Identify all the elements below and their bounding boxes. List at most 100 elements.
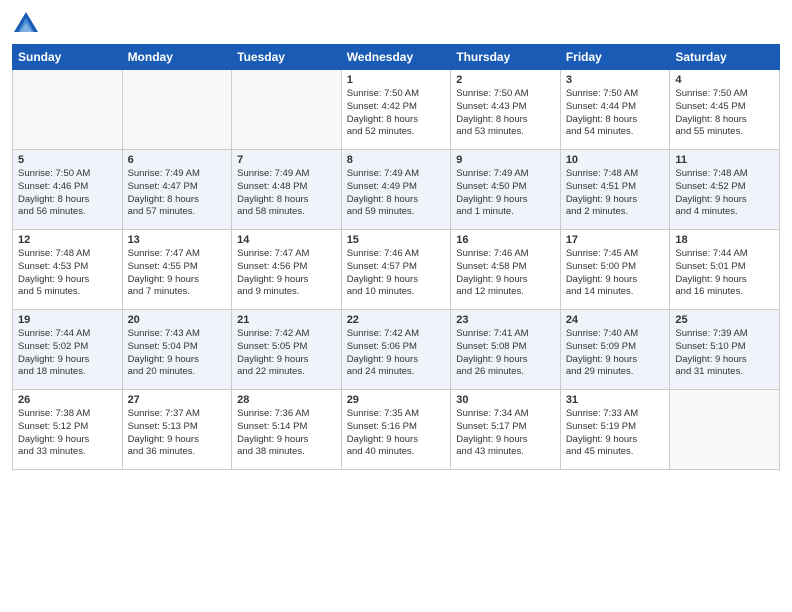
- day-info: Sunrise: 7:46 AM Sunset: 4:57 PM Dayligh…: [347, 248, 446, 299]
- day-info: Sunrise: 7:41 AM Sunset: 5:08 PM Dayligh…: [456, 328, 555, 379]
- week-row-3: 12 Sunrise: 7:48 AM Sunset: 4:53 PM Dayli…: [13, 230, 780, 310]
- day-info: Sunrise: 7:46 AM Sunset: 4:58 PM Dayligh…: [456, 248, 555, 299]
- day-number: 23: [456, 314, 555, 326]
- day-info: Sunrise: 7:42 AM Sunset: 5:06 PM Dayligh…: [347, 328, 446, 379]
- calendar-cell: 9 Sunrise: 7:49 AM Sunset: 4:50 PM Daylig…: [451, 150, 561, 230]
- logo-icon: [12, 10, 40, 38]
- day-info: Sunrise: 7:50 AM Sunset: 4:42 PM Dayligh…: [347, 88, 446, 139]
- calendar-cell: 28 Sunrise: 7:36 AM Sunset: 5:14 PM Dayli…: [232, 390, 342, 470]
- calendar-cell: 14Sunrise: 7:47 AM Sunset: 4:56 PM Dayli…: [232, 230, 342, 310]
- calendar-cell: 21Sunrise: 7:42 AM Sunset: 5:05 PM Dayli…: [232, 310, 342, 390]
- day-info: Sunrise: 7:33 AM Sunset: 5:19 PM Dayligh…: [566, 408, 665, 459]
- day-info: Sunrise: 7:43 AM Sunset: 5:04 PM Dayligh…: [128, 328, 227, 379]
- calendar-cell: 23 Sunrise: 7:41 AM Sunset: 5:08 PM Dayli…: [451, 310, 561, 390]
- day-info: Sunrise: 7:50 AM Sunset: 4:45 PM Dayligh…: [675, 88, 774, 139]
- day-number: 12: [18, 234, 117, 246]
- day-number: 31: [566, 394, 665, 406]
- calendar-cell: [13, 70, 123, 150]
- week-row-2: 5Sunrise: 7:50 AM Sunset: 4:46 PM Daylig…: [13, 150, 780, 230]
- calendar-cell: 15 Sunrise: 7:46 AM Sunset: 4:57 PM Dayli…: [341, 230, 451, 310]
- day-number: 25: [675, 314, 774, 326]
- calendar-cell: 25 Sunrise: 7:39 AM Sunset: 5:10 PM Dayli…: [670, 310, 780, 390]
- day-number: 18: [675, 234, 774, 246]
- day-number: 17: [566, 234, 665, 246]
- day-number: 22: [347, 314, 446, 326]
- calendar-cell: 26Sunrise: 7:38 AM Sunset: 5:12 PM Dayli…: [13, 390, 123, 470]
- calendar-cell: 12 Sunrise: 7:48 AM Sunset: 4:53 PM Dayli…: [13, 230, 123, 310]
- day-info: Sunrise: 7:49 AM Sunset: 4:50 PM Dayligh…: [456, 168, 555, 219]
- day-info: Sunrise: 7:50 AM Sunset: 4:46 PM Dayligh…: [18, 168, 117, 219]
- day-number: 9: [456, 154, 555, 166]
- calendar-cell: 27 Sunrise: 7:37 AM Sunset: 5:13 PM Dayli…: [122, 390, 232, 470]
- day-number: 6: [128, 154, 227, 166]
- calendar-cell: 6 Sunrise: 7:49 AM Sunset: 4:47 PM Daylig…: [122, 150, 232, 230]
- day-info: Sunrise: 7:40 AM Sunset: 5:09 PM Dayligh…: [566, 328, 665, 379]
- calendar-cell: 16Sunrise: 7:46 AM Sunset: 4:58 PM Dayli…: [451, 230, 561, 310]
- calendar-cell: 29Sunrise: 7:35 AM Sunset: 5:16 PM Dayli…: [341, 390, 451, 470]
- day-info: Sunrise: 7:44 AM Sunset: 5:02 PM Dayligh…: [18, 328, 117, 379]
- day-info: Sunrise: 7:49 AM Sunset: 4:47 PM Dayligh…: [128, 168, 227, 219]
- week-row-5: 26Sunrise: 7:38 AM Sunset: 5:12 PM Dayli…: [13, 390, 780, 470]
- day-number: 13: [128, 234, 227, 246]
- day-number: 4: [675, 74, 774, 86]
- day-number: 19: [18, 314, 117, 326]
- day-header-wednesday: Wednesday: [341, 45, 451, 70]
- day-header-tuesday: Tuesday: [232, 45, 342, 70]
- calendar-cell: 31 Sunrise: 7:33 AM Sunset: 5:19 PM Dayli…: [560, 390, 670, 470]
- day-info: Sunrise: 7:49 AM Sunset: 4:48 PM Dayligh…: [237, 168, 336, 219]
- day-number: 7: [237, 154, 336, 166]
- header: [12, 10, 780, 38]
- calendar-cell: [670, 390, 780, 470]
- calendar-cell: 4 Sunrise: 7:50 AM Sunset: 4:45 PM Daylig…: [670, 70, 780, 150]
- calendar-cell: 8 Sunrise: 7:49 AM Sunset: 4:49 PM Daylig…: [341, 150, 451, 230]
- day-info: Sunrise: 7:49 AM Sunset: 4:49 PM Dayligh…: [347, 168, 446, 219]
- day-info: Sunrise: 7:45 AM Sunset: 5:00 PM Dayligh…: [566, 248, 665, 299]
- logo: [12, 10, 44, 38]
- calendar-cell: 3Sunrise: 7:50 AM Sunset: 4:44 PM Daylig…: [560, 70, 670, 150]
- day-number: 20: [128, 314, 227, 326]
- day-info: Sunrise: 7:47 AM Sunset: 4:55 PM Dayligh…: [128, 248, 227, 299]
- day-info: Sunrise: 7:37 AM Sunset: 5:13 PM Dayligh…: [128, 408, 227, 459]
- calendar-cell: 11 Sunrise: 7:48 AM Sunset: 4:52 PM Dayli…: [670, 150, 780, 230]
- day-number: 27: [128, 394, 227, 406]
- calendar-cell: 7 Sunrise: 7:49 AM Sunset: 4:48 PM Daylig…: [232, 150, 342, 230]
- day-header-friday: Friday: [560, 45, 670, 70]
- day-number: 21: [237, 314, 336, 326]
- day-info: Sunrise: 7:44 AM Sunset: 5:01 PM Dayligh…: [675, 248, 774, 299]
- week-row-1: 1Sunrise: 7:50 AM Sunset: 4:42 PM Daylig…: [13, 70, 780, 150]
- day-info: Sunrise: 7:50 AM Sunset: 4:43 PM Dayligh…: [456, 88, 555, 139]
- day-header-monday: Monday: [122, 45, 232, 70]
- calendar-cell: 20 Sunrise: 7:43 AM Sunset: 5:04 PM Dayli…: [122, 310, 232, 390]
- calendar-cell: 24 Sunrise: 7:40 AM Sunset: 5:09 PM Dayli…: [560, 310, 670, 390]
- day-header-saturday: Saturday: [670, 45, 780, 70]
- day-info: Sunrise: 7:48 AM Sunset: 4:53 PM Dayligh…: [18, 248, 117, 299]
- day-number: 30: [456, 394, 555, 406]
- day-info: Sunrise: 7:39 AM Sunset: 5:10 PM Dayligh…: [675, 328, 774, 379]
- day-number: 10: [566, 154, 665, 166]
- header-row: SundayMondayTuesdayWednesdayThursdayFrid…: [13, 45, 780, 70]
- day-info: Sunrise: 7:36 AM Sunset: 5:14 PM Dayligh…: [237, 408, 336, 459]
- week-row-4: 19 Sunrise: 7:44 AM Sunset: 5:02 PM Dayli…: [13, 310, 780, 390]
- day-header-sunday: Sunday: [13, 45, 123, 70]
- day-number: 28: [237, 394, 336, 406]
- day-info: Sunrise: 7:48 AM Sunset: 4:52 PM Dayligh…: [675, 168, 774, 219]
- calendar-cell: 2 Sunrise: 7:50 AM Sunset: 4:43 PM Daylig…: [451, 70, 561, 150]
- day-info: Sunrise: 7:34 AM Sunset: 5:17 PM Dayligh…: [456, 408, 555, 459]
- day-header-thursday: Thursday: [451, 45, 561, 70]
- calendar-cell: 5Sunrise: 7:50 AM Sunset: 4:46 PM Daylig…: [13, 150, 123, 230]
- day-number: 15: [347, 234, 446, 246]
- day-number: 11: [675, 154, 774, 166]
- day-number: 24: [566, 314, 665, 326]
- day-number: 3: [566, 74, 665, 86]
- calendar-cell: 17 Sunrise: 7:45 AM Sunset: 5:00 PM Dayli…: [560, 230, 670, 310]
- day-info: Sunrise: 7:47 AM Sunset: 4:56 PM Dayligh…: [237, 248, 336, 299]
- day-number: 29: [347, 394, 446, 406]
- calendar-table: SundayMondayTuesdayWednesdayThursdayFrid…: [12, 44, 780, 470]
- day-number: 2: [456, 74, 555, 86]
- calendar-cell: [232, 70, 342, 150]
- page-container: SundayMondayTuesdayWednesdayThursdayFrid…: [0, 0, 792, 478]
- day-number: 8: [347, 154, 446, 166]
- calendar-cell: 22 Sunrise: 7:42 AM Sunset: 5:06 PM Dayli…: [341, 310, 451, 390]
- day-info: Sunrise: 7:48 AM Sunset: 4:51 PM Dayligh…: [566, 168, 665, 219]
- calendar-cell: 19 Sunrise: 7:44 AM Sunset: 5:02 PM Dayli…: [13, 310, 123, 390]
